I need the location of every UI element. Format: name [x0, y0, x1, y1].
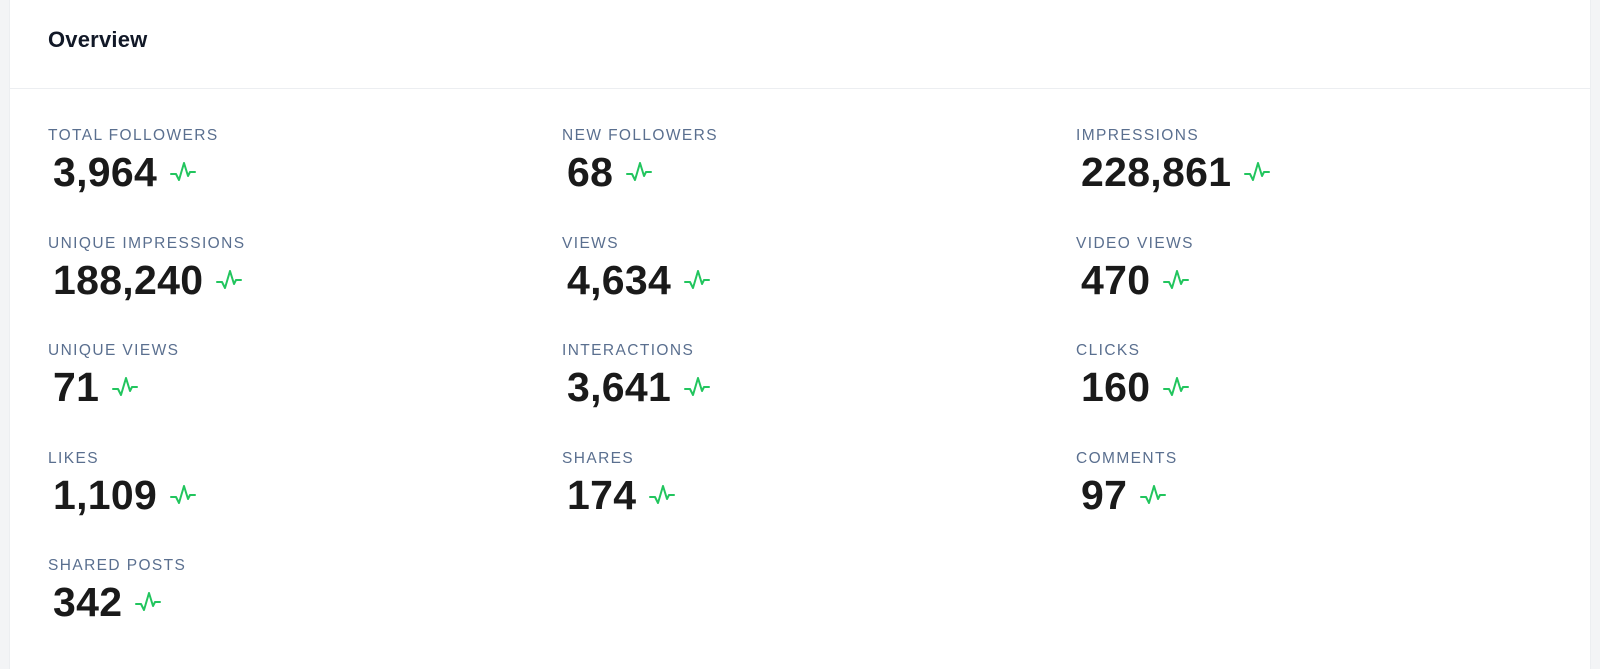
- stat-value: 1,109: [53, 471, 158, 518]
- pulse-icon[interactable]: [648, 481, 676, 509]
- stat-value: 4,634: [567, 256, 672, 303]
- stat-label: VIDEO VIEWS: [1076, 234, 1194, 252]
- stat-value: 470: [1081, 256, 1151, 303]
- stat-value: 188,240: [53, 256, 204, 303]
- stat-value-row: 68: [562, 150, 1076, 194]
- overview-card: Overview TOTAL FOLLOWERS 3,964 NEW FOLLOWE…: [9, 0, 1591, 669]
- stat-label: LIKES: [48, 449, 99, 467]
- stat-value-row: 174: [562, 473, 1076, 517]
- stat-value: 68: [567, 149, 614, 195]
- stat-value-row: 228,861: [1076, 150, 1568, 194]
- card-header: Overview: [10, 0, 1590, 89]
- stat-total-followers: TOTAL FOLLOWERS 3,964: [48, 127, 562, 235]
- stat-label: SHARED POSTS: [48, 557, 187, 575]
- stat-value-row: 470: [1076, 258, 1568, 302]
- stat-comments: COMMENTS 97: [1076, 450, 1568, 558]
- pulse-icon[interactable]: [1139, 481, 1167, 509]
- stat-label: VIEWS: [562, 234, 619, 252]
- stat-value-row: 188,240: [48, 258, 562, 302]
- stat-impressions: IMPRESSIONS 228,861: [1076, 127, 1568, 235]
- stat-unique-impressions: UNIQUE IMPRESSIONS 188,240: [48, 235, 562, 343]
- stat-label: COMMENTS: [1076, 449, 1178, 467]
- stat-value: 3,964: [53, 149, 158, 195]
- stat-value: 342: [53, 579, 123, 626]
- pulse-icon[interactable]: [683, 266, 711, 294]
- stat-new-followers: NEW FOLLOWERS 68: [562, 127, 1076, 235]
- stat-label: CLICKS: [1076, 342, 1141, 360]
- stat-value-row: 4,634: [562, 258, 1076, 302]
- stat-shared-posts: SHARED POSTS 342: [48, 557, 562, 665]
- pulse-icon[interactable]: [1162, 373, 1190, 401]
- pulse-icon[interactable]: [169, 481, 197, 509]
- stat-value: 71: [53, 364, 100, 411]
- stat-value-row: 160: [1076, 365, 1568, 409]
- stat-value: 228,861: [1081, 149, 1232, 195]
- stat-value-row: 1,109: [48, 473, 562, 517]
- stat-label: TOTAL FOLLOWERS: [48, 127, 219, 144]
- pulse-icon[interactable]: [1243, 158, 1271, 186]
- stat-value-row: 3,964: [48, 150, 562, 194]
- stat-label: INTERACTIONS: [562, 342, 695, 360]
- pulse-icon[interactable]: [625, 158, 653, 186]
- page-title: Overview: [48, 27, 148, 52]
- stat-value: 174: [567, 471, 637, 518]
- stat-value: 3,641: [567, 364, 672, 411]
- stat-value-row: 3,641: [562, 365, 1076, 409]
- pulse-icon[interactable]: [169, 158, 197, 186]
- pulse-icon[interactable]: [683, 373, 711, 401]
- stat-label: NEW FOLLOWERS: [562, 127, 718, 144]
- stat-views: VIEWS 4,634: [562, 235, 1076, 343]
- stat-value: 160: [1081, 364, 1151, 411]
- stat-clicks: CLICKS 160: [1076, 342, 1568, 450]
- stat-value-row: 97: [1076, 473, 1568, 517]
- stat-video-views: VIDEO VIEWS 470: [1076, 235, 1568, 343]
- pulse-icon[interactable]: [1162, 266, 1190, 294]
- stat-label: UNIQUE VIEWS: [48, 342, 180, 360]
- stat-unique-views: UNIQUE VIEWS 71: [48, 342, 562, 450]
- stat-label: UNIQUE IMPRESSIONS: [48, 234, 246, 252]
- stat-label: IMPRESSIONS: [1076, 127, 1200, 144]
- pulse-icon[interactable]: [215, 266, 243, 294]
- stat-interactions: INTERACTIONS 3,641: [562, 342, 1076, 450]
- pulse-icon[interactable]: [134, 588, 162, 616]
- stat-likes: LIKES 1,109: [48, 450, 562, 558]
- stats-grid: TOTAL FOLLOWERS 3,964 NEW FOLLOWERS 68 IMPRE…: [48, 127, 1568, 665]
- stat-value-row: 71: [48, 365, 562, 409]
- stat-shares: SHARES 174: [562, 450, 1076, 558]
- stat-label: SHARES: [562, 449, 635, 467]
- stat-value-row: 342: [48, 580, 562, 624]
- pulse-icon[interactable]: [111, 373, 139, 401]
- stat-value: 97: [1081, 471, 1128, 518]
